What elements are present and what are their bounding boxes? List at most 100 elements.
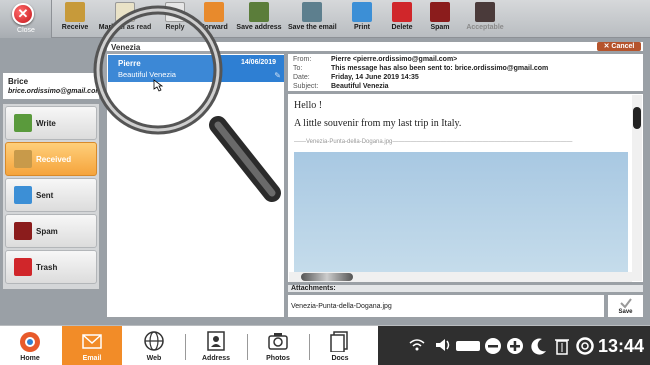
moon-icon[interactable] [530,337,548,355]
date-value: Friday, 14 June 2019 14:35 [331,74,419,81]
envelope-arrow-icon [14,150,32,168]
acceptable-button[interactable]: Acceptable [464,2,506,36]
save-label: Save [618,309,633,315]
globe-icon [144,331,164,351]
home-icon [20,332,40,352]
search-input[interactable]: Venezia ✕ Cancel [106,41,644,52]
lifebuoy-icon[interactable] [576,337,594,355]
tab-label: Docs [331,355,349,362]
save-address-button[interactable]: Save address [236,2,282,36]
tab-docs[interactable]: Docs [310,326,370,365]
subject-row: Subject: Beautiful Venezia [293,83,389,90]
email-header: From: Pierre <pierre.ordissimo@gmail.com>… [287,53,644,92]
save-attachment-button[interactable]: Save [607,294,644,318]
taskbar: Home Email Web Address Photos Docs 13:44 [0,325,650,365]
print-label: Print [354,24,370,31]
folder-spam[interactable]: Spam [5,214,97,248]
address-book-icon [249,2,269,22]
attachment-list: Venezia-Punta-della-Dogana.jpg [287,294,605,318]
date-label: Date: [293,74,310,81]
save-email-icon [302,2,322,22]
email-body: Hello ! A little souvenir from my last t… [287,93,644,283]
envelope-icon [82,334,102,349]
tab-address[interactable]: Address [186,326,246,365]
cancel-search-button[interactable]: ✕ Cancel [597,42,641,51]
mark-all-read-label: Mark all as read [98,24,152,31]
close-label: Close [17,27,35,34]
delete-button[interactable]: Delete [388,2,416,36]
save-address-label: Save address [236,24,282,31]
tab-web[interactable]: Web [124,326,184,365]
receive-button[interactable]: Receive [58,2,92,36]
close-icon: ✕ [12,3,34,25]
folder-sent[interactable]: Sent [5,178,97,212]
reply-label: Reply [165,24,185,31]
forward-icon [204,2,224,22]
system-tray: 13:44 [378,326,650,365]
user-email: brice.ordissimo@gmail.com [8,88,102,95]
tab-photos[interactable]: Photos [248,326,308,365]
forward-button[interactable]: Forward [196,2,232,36]
inline-attachment-name: Venezia-Punta-della-Dogana.jpg [306,139,393,145]
folder-label: Sent [36,191,54,200]
upload-arrow-icon [14,186,32,204]
receive-label: Receive [61,24,89,31]
printer-icon [352,2,372,22]
tab-label: Email [82,355,102,362]
clock: 13:44 [598,336,645,356]
inline-attachment-caption: ——Venezia-Punta-della-Dogana.jpg————————… [294,139,573,145]
contacts-icon [207,331,225,351]
acceptable-bin-icon [475,2,495,22]
message-subject: Beautiful Venezia [118,70,176,79]
message-date: 14/06/2019 [240,59,276,66]
subject-value: Beautiful Venezia [331,83,389,90]
mark-all-read-button[interactable]: Mark all as read [98,2,152,36]
document-icon [330,331,348,353]
tab-home[interactable]: Home [0,326,60,365]
vertical-scroll-thumb[interactable] [633,107,641,129]
trash-icon [14,258,32,276]
toolbar: ✕ Close Receive Mark all as read Reply F… [0,0,650,38]
wifi-icon[interactable] [408,337,426,353]
save-email-button[interactable]: Save the email [288,2,337,36]
reply-button[interactable]: Reply [160,2,190,36]
folder-trash[interactable]: Trash [5,250,97,284]
search-value: Venezia [111,43,141,52]
horizontal-scrollbar[interactable] [289,272,632,282]
print-button[interactable]: Print [348,2,376,36]
trash-icon [392,2,412,22]
acceptable-label: Acceptable [466,24,504,31]
spam-label: Spam [430,24,450,31]
folder-label: Trash [36,263,58,272]
paperclip-icon: ✎ [274,71,281,80]
folder-write[interactable]: Write [5,106,97,140]
vertical-scrollbar[interactable] [632,95,642,281]
folder-label: Spam [36,227,58,236]
reply-icon [165,2,185,22]
to-value: This message has also been sent to: bric… [331,65,549,72]
list-item[interactable]: Pierre 14/06/2019 Beautiful Venezia ✎ [108,55,284,82]
to-label: To: [293,65,303,72]
app-tabs: Home Email Web Address Photos Docs [0,326,378,365]
spam-button[interactable]: Spam [426,2,454,36]
tab-email[interactable]: Email [62,326,122,365]
tab-label: Address [201,355,230,362]
close-button[interactable]: ✕ Close [0,0,52,38]
attachment-file[interactable]: Venezia-Punta-della-Dogana.jpg [291,303,392,310]
save-email-label: Save the email [288,24,337,31]
trash-bin-icon[interactable] [554,337,570,355]
delete-label: Delete [391,24,413,31]
folder-received[interactable]: Received [5,142,97,176]
folder-label: Received [36,155,72,164]
from-row: From: Pierre <pierre.ordissimo@gmail.com> [293,56,457,63]
from-label: From: [293,56,312,63]
speaker-icon[interactable] [434,337,452,353]
tab-label: Web [146,355,162,362]
volume-level-icon[interactable] [456,341,480,351]
volume-down-icon[interactable] [484,337,502,355]
horizontal-scroll-thumb[interactable] [301,273,353,281]
volume-up-icon[interactable] [506,337,524,355]
inbox-download-icon [65,2,85,22]
spam-bin-icon [430,2,450,22]
message-sender: Pierre [118,59,141,68]
